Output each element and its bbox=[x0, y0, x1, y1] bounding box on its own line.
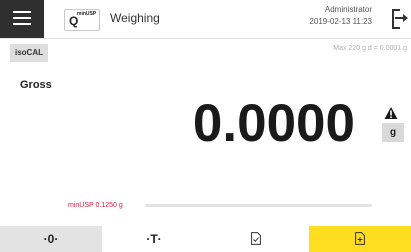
min-usp-progress-bar bbox=[145, 204, 372, 207]
method-letter: Q bbox=[69, 14, 79, 28]
header-divider bbox=[0, 38, 411, 39]
zero-button-label: ·0· bbox=[43, 232, 59, 246]
tare-button[interactable]: ·T· bbox=[103, 226, 205, 252]
add-document-button[interactable] bbox=[309, 226, 411, 252]
hamburger-menu-icon bbox=[13, 11, 31, 13]
weight-value: 0.0000 bbox=[192, 94, 355, 153]
logout-arrowhead bbox=[403, 14, 408, 22]
unit-button[interactable]: g bbox=[382, 123, 404, 142]
add-document-icon bbox=[355, 232, 365, 245]
menu-button[interactable] bbox=[0, 0, 44, 38]
weighing-method-icon[interactable]: minUSP Q bbox=[64, 9, 100, 31]
document-check-icon bbox=[251, 232, 261, 245]
document-button[interactable] bbox=[206, 226, 308, 252]
app-title: Weighing bbox=[110, 11, 160, 25]
logout-button[interactable] bbox=[392, 9, 410, 29]
hamburger-menu-icon-line bbox=[13, 23, 31, 25]
capacity-info: Max 220 g d = 0.0001 g bbox=[333, 45, 407, 52]
hamburger-menu-icon-line bbox=[13, 17, 31, 19]
method-tag: minUSP bbox=[77, 11, 97, 17]
isocal-button[interactable]: isoCAL bbox=[10, 44, 48, 62]
date-time: 2019-02-13 11:23 bbox=[309, 17, 372, 26]
action-bar: ·0· ·T· bbox=[0, 226, 411, 252]
logout-icon bbox=[392, 9, 400, 29]
user-name: Administrator bbox=[324, 5, 372, 14]
weight-mode-label: Gross bbox=[20, 79, 52, 91]
min-usp-label: minUSP 0.1250 g bbox=[68, 202, 123, 209]
tare-button-label: ·T· bbox=[146, 232, 162, 246]
warning-triangle-icon bbox=[384, 107, 398, 119]
zero-button[interactable]: ·0· bbox=[0, 226, 102, 252]
header-bar: minUSP Q Weighing Administrator 2019-02-… bbox=[0, 0, 411, 38]
